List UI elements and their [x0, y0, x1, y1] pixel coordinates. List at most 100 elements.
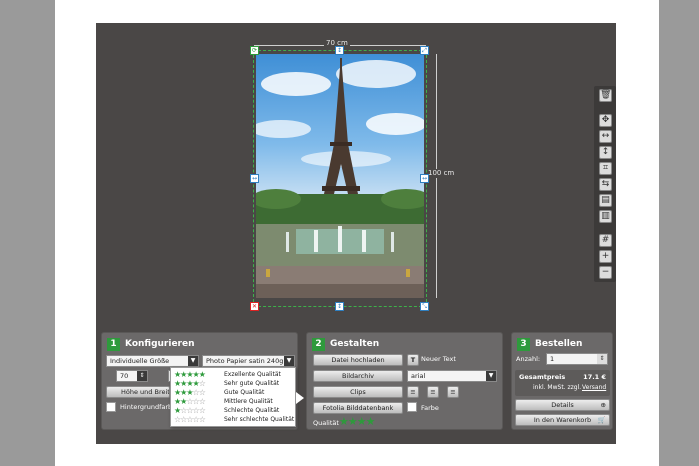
price-box: Gesamtpreis 17.1 € inkl. MwSt. zzgl. Ver…	[515, 370, 610, 396]
order-panel: 3 Bestellen Anzahl: 1 ⇕ Gesamtpreis 17.1…	[511, 332, 613, 430]
rotate-handle-icon[interactable]: ⟳	[250, 46, 259, 55]
clips-label: Clips	[350, 388, 366, 396]
quantity-label: Anzahl:	[516, 355, 541, 363]
size-select[interactable]: Individuelle Größe ▼	[106, 355, 199, 367]
new-text-label: Neuer Text	[421, 355, 456, 363]
quality-label: Qualität	[313, 419, 339, 427]
design-title: Gestalten	[330, 339, 380, 349]
total-value: 17.1 €	[583, 373, 606, 381]
stepper-icon[interactable]: ⇕	[137, 371, 147, 381]
tools-toolbar: 🗑 ✥ ↔ ↕ ⌗ ⇆ ▤ ▥ # + −	[594, 86, 616, 282]
chevron-down-icon: ▼	[188, 356, 198, 366]
fotolia-button[interactable]: Fotolia Bilddatenbank	[313, 402, 403, 414]
resize-left-handle-icon[interactable]: ↔	[250, 174, 259, 183]
resize-bottom-handle-icon[interactable]: ↕	[335, 302, 344, 311]
fit-height-icon[interactable]: ↕	[599, 146, 612, 159]
add-to-cart-label: In den Warenkorb	[533, 416, 592, 424]
details-label: Details	[551, 401, 574, 409]
resize-corner-handle-icon[interactable]: ⤢	[420, 46, 429, 55]
quality-row-label: Gute Qualität	[224, 389, 265, 396]
height-dimension-label: 100 cm	[428, 169, 455, 178]
vat-text: inkl. MwSt. zzgl.	[533, 384, 582, 391]
resize-top-handle-icon[interactable]: ↕	[335, 46, 344, 55]
quality-row: ★★★★☆ Sehr gute Qualität	[174, 379, 279, 388]
crop-icon[interactable]: ⌗	[599, 162, 612, 175]
add-to-cart-button[interactable]: In den Warenkorb 🛒	[515, 414, 610, 426]
details-button[interactable]: Details ⊕	[515, 399, 610, 411]
text-color-swatch[interactable]	[407, 402, 417, 412]
quality-row-label: Sehr schlechte Qualität	[224, 416, 295, 423]
zoom-in-icon[interactable]: +	[599, 250, 612, 263]
chevron-down-icon: ▼	[284, 356, 294, 366]
quality-row-label: Schlechte Qualität	[224, 407, 280, 414]
paper-select[interactable]: Photo Papier satin 240g ▼	[202, 355, 295, 367]
width-input-value: 70	[120, 372, 129, 380]
delete-handle-icon[interactable]: ✕	[250, 302, 259, 311]
shipping-link[interactable]: Versand	[582, 384, 606, 391]
stars-4-icon: ★★★★☆	[174, 379, 206, 388]
configure-title: Konfigurieren	[125, 339, 195, 349]
ratio-button-label: Höhe und Breite	[121, 388, 170, 396]
align-right-icon[interactable]: ≡	[447, 386, 459, 398]
quality-stars-icon: ★★★★	[339, 415, 375, 428]
chevron-down-icon: ▼	[486, 371, 496, 381]
step-1-badge: 1	[107, 337, 120, 351]
order-header: 3 Bestellen	[517, 337, 582, 351]
font-select[interactable]: arial ▼	[407, 370, 497, 382]
order-title: Bestellen	[535, 339, 583, 349]
total-label: Gesamtpreis	[519, 373, 566, 381]
clips-button[interactable]: Clips	[313, 386, 403, 398]
quantity-stepper-icon[interactable]: ⇕	[597, 354, 607, 364]
align-left-icon[interactable]: ≡	[407, 386, 419, 398]
quality-row-label: Exzellente Qualität	[224, 371, 281, 378]
text-color-label: Farbe	[421, 404, 439, 412]
quality-row: ★★★☆☆ Gute Qualität	[174, 388, 264, 397]
quality-row-label: Mittlere Qualität	[224, 398, 273, 405]
move-icon[interactable]: ✥	[599, 114, 612, 127]
new-text-icon[interactable]: T	[407, 354, 419, 366]
step-3-badge: 3	[517, 337, 530, 351]
upload-file-button[interactable]: Datei hochladen	[313, 354, 403, 366]
image-archive-label: Bildarchiv	[341, 372, 375, 380]
trash-icon[interactable]: 🗑	[599, 89, 612, 102]
layer-up-icon[interactable]: ▤	[599, 194, 612, 207]
flip-icon[interactable]: ⇆	[599, 178, 612, 191]
stars-3-icon: ★★★☆☆	[174, 388, 206, 397]
design-header: 2 Gestalten	[312, 337, 379, 351]
align-center-icon[interactable]: ≡	[427, 386, 439, 398]
quality-row: ★☆☆☆☆ Schlechte Qualität	[174, 406, 279, 415]
quality-row-label: Sehr gute Qualität	[224, 380, 280, 387]
quality-legend-popup: ★★★★★ Exzellente Qualität ★★★★☆ Sehr gute …	[170, 367, 296, 427]
image-archive-button[interactable]: Bildarchiv	[313, 370, 403, 382]
stars-1-icon: ★☆☆☆☆	[174, 406, 206, 415]
bg-color-swatch[interactable]	[106, 402, 116, 412]
zoom-out-icon[interactable]: −	[599, 266, 612, 279]
quantity-value: 1	[550, 355, 555, 363]
ratio-button[interactable]: Höhe und Breite	[106, 386, 170, 398]
fotolia-label: Fotolia Bilddatenbank	[322, 404, 394, 412]
step-2-badge: 2	[312, 337, 325, 351]
font-select-value: arial	[411, 372, 426, 380]
stars-0-icon: ☆☆☆☆☆	[174, 415, 206, 424]
plus-circle-icon: ⊕	[600, 401, 606, 409]
resize-corner-bottom-handle-icon[interactable]: ⤡	[420, 302, 429, 311]
quality-row: ★★★★★ Exzellente Qualität	[174, 370, 281, 379]
grid-icon[interactable]: #	[599, 234, 612, 247]
quality-row: ☆☆☆☆☆ Sehr schlechte Qualität	[174, 415, 294, 424]
stars-5-icon: ★★★★★	[174, 370, 206, 379]
width-input[interactable]: 70 ⇕	[116, 370, 148, 382]
paper-select-value: Photo Papier satin 240g	[206, 357, 284, 365]
print-area-frame	[253, 50, 427, 307]
cart-icon: 🛒	[597, 416, 606, 424]
popup-pointer	[296, 392, 304, 404]
resize-right-handle-icon[interactable]: ↔	[420, 174, 429, 183]
size-select-value: Individuelle Größe	[110, 357, 170, 365]
quality-row: ★★☆☆☆ Mittlere Qualität	[174, 397, 273, 406]
layer-down-icon[interactable]: ▥	[599, 210, 612, 223]
bg-color-label: Hintergrundfarbe	[120, 403, 177, 411]
stars-2-icon: ★★☆☆☆	[174, 397, 206, 406]
design-panel: 2 Gestalten Datei hochladen Bildarchiv C…	[306, 332, 503, 430]
upload-file-label: Datei hochladen	[331, 356, 385, 364]
fit-width-icon[interactable]: ↔	[599, 130, 612, 143]
quantity-input[interactable]: 1 ⇕	[546, 353, 608, 365]
